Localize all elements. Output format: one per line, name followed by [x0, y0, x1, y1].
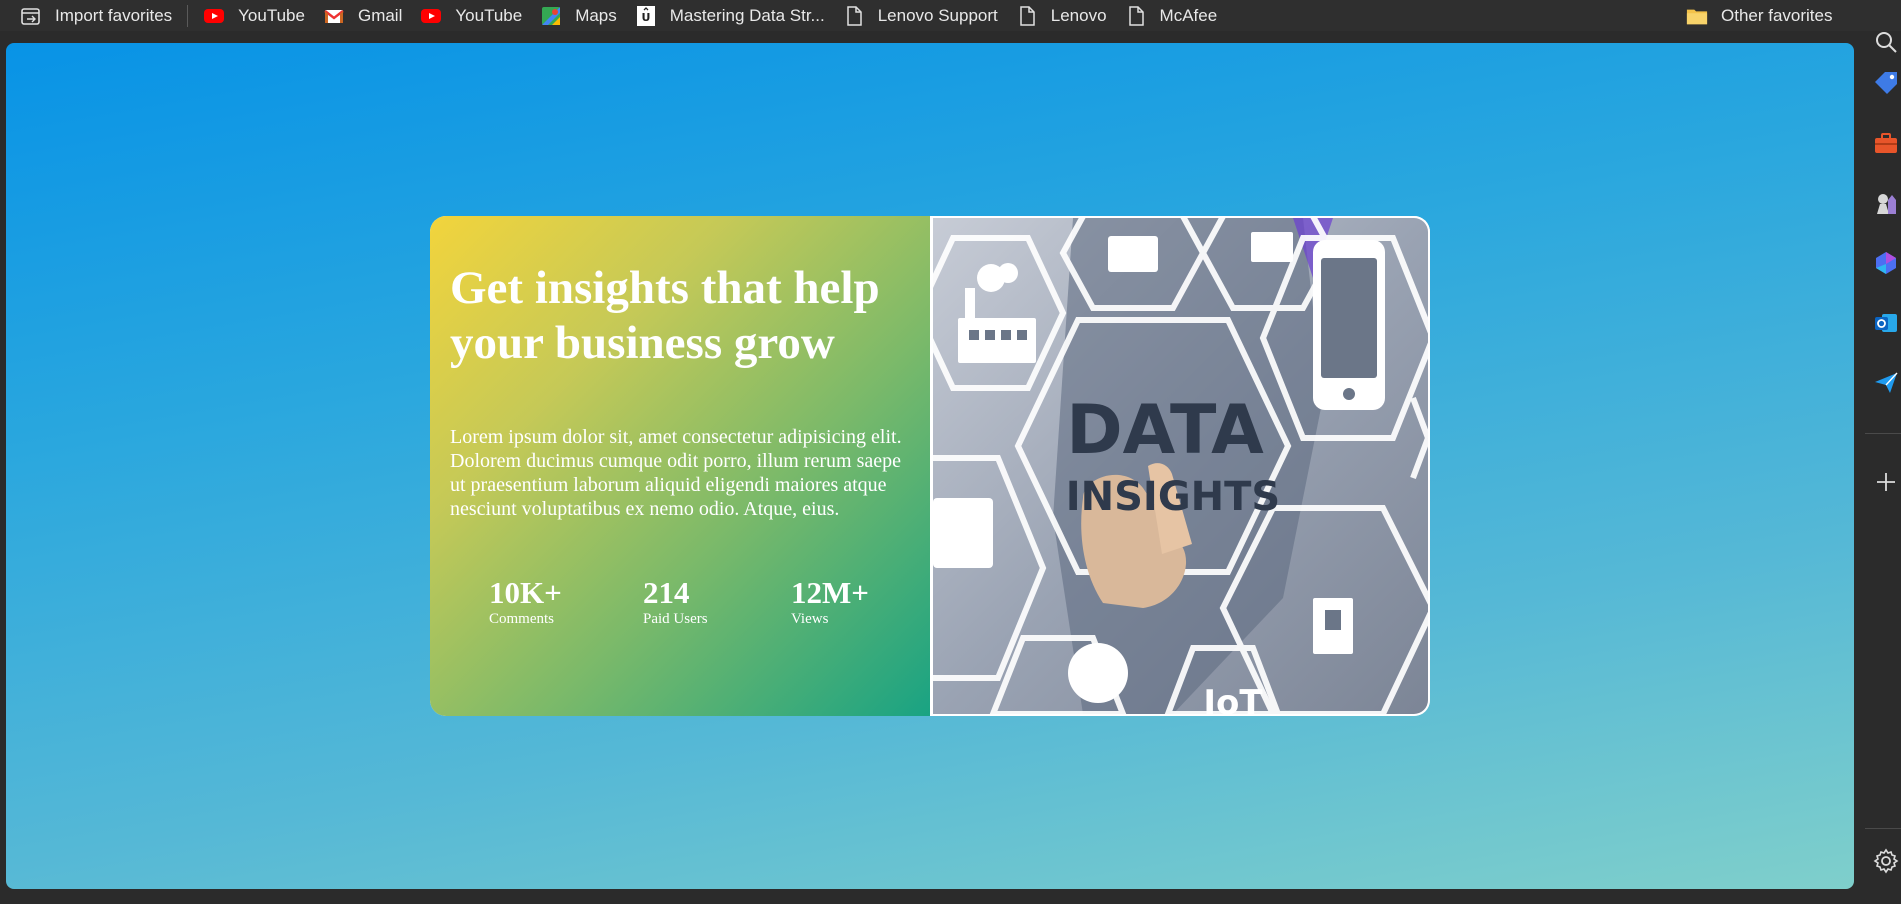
image-text-data: DATA	[1066, 391, 1264, 470]
page-icon	[1016, 5, 1038, 27]
stat-label: Paid Users	[643, 611, 708, 627]
sidebar-divider	[1865, 433, 1901, 434]
toolbox-icon[interactable]	[1871, 128, 1901, 158]
youtube-icon	[203, 5, 225, 27]
games-icon[interactable]	[1871, 188, 1901, 218]
import-icon	[20, 5, 42, 27]
outlook-icon[interactable]	[1871, 308, 1901, 338]
page-viewport: Get insights that help your business gro…	[6, 43, 1854, 889]
favorite-youtube-2[interactable]: YouTube	[411, 0, 531, 31]
sidebar-divider	[1865, 828, 1901, 829]
search-icon[interactable]	[1871, 27, 1901, 57]
favorite-label: YouTube	[455, 5, 523, 25]
stat-value: 10K+	[489, 575, 562, 610]
add-icon[interactable]	[1871, 467, 1901, 497]
card-headline: Get insights that help your business gro…	[450, 262, 880, 369]
card-image-panel: DATA INSIGHTS IoT	[930, 216, 1430, 716]
gmail-icon	[323, 5, 345, 27]
stat-paid-users: 214 Paid Users	[643, 576, 708, 628]
youtube-icon	[420, 5, 442, 27]
favorite-lenovo[interactable]: Lenovo	[1007, 0, 1116, 31]
data-insights-image: DATA INSIGHTS IoT	[933, 218, 1428, 714]
favorite-import[interactable]: Import favorites	[20, 0, 181, 31]
stats-row: 10K+ Comments 214 Paid Users 12M+ Views	[489, 576, 919, 636]
image-text-insights: INSIGHTS	[1066, 474, 1280, 520]
favorite-mastering-data[interactable]: U Mastering Data Str...	[626, 0, 834, 31]
page-icon	[843, 5, 865, 27]
copilot-icon[interactable]	[1871, 248, 1901, 278]
stat-value: 12M+	[791, 575, 869, 610]
svg-text:U: U	[641, 11, 650, 24]
bookmark-site-icon: U	[635, 5, 657, 27]
favorite-label: McAfee	[1159, 5, 1218, 25]
stat-label: Views	[791, 611, 829, 627]
favorite-maps[interactable]: Maps	[531, 0, 626, 31]
insights-card: Get insights that help your business gro…	[430, 216, 1430, 716]
favorite-lenovo-support[interactable]: Lenovo Support	[834, 0, 1007, 31]
card-text-panel: Get insights that help your business gro…	[430, 216, 930, 716]
favorite-label: Other favorites	[1721, 5, 1833, 25]
favorite-label: Lenovo	[1050, 5, 1107, 25]
card-description: Lorem ipsum dolor sit, amet consectetur …	[450, 426, 902, 520]
favorite-label: Maps	[575, 5, 617, 25]
favorites-bar: Import favorites YouTube Gmail YouTube M…	[0, 0, 1901, 31]
maps-icon	[540, 5, 562, 27]
favorite-gmail[interactable]: Gmail	[314, 0, 411, 31]
settings-icon[interactable]	[1871, 846, 1901, 876]
favorite-youtube[interactable]: YouTube	[194, 0, 314, 31]
stat-value: 214	[643, 575, 690, 610]
tag-icon[interactable]	[1871, 68, 1901, 98]
stat-comments: 10K+ Comments	[489, 576, 562, 628]
stat-label: Comments	[489, 611, 555, 627]
favorite-label: Gmail	[357, 5, 403, 25]
favorite-label: Lenovo Support	[877, 5, 998, 25]
favorite-mcafee[interactable]: McAfee	[1116, 0, 1227, 31]
image-text-iot: IoT	[1203, 683, 1263, 714]
favorite-label: YouTube	[238, 5, 305, 25]
favorites-divider	[187, 4, 189, 27]
send-icon[interactable]	[1871, 368, 1901, 398]
edge-sidebar	[1857, 31, 1901, 904]
folder-icon	[1686, 5, 1708, 27]
page-icon	[1125, 5, 1147, 27]
other-favorites[interactable]: Other favorites	[1677, 0, 1842, 31]
favorite-label: Import favorites	[55, 5, 173, 25]
stat-views: 12M+ Views	[791, 576, 869, 628]
favorite-label: Mastering Data Str...	[669, 5, 825, 25]
